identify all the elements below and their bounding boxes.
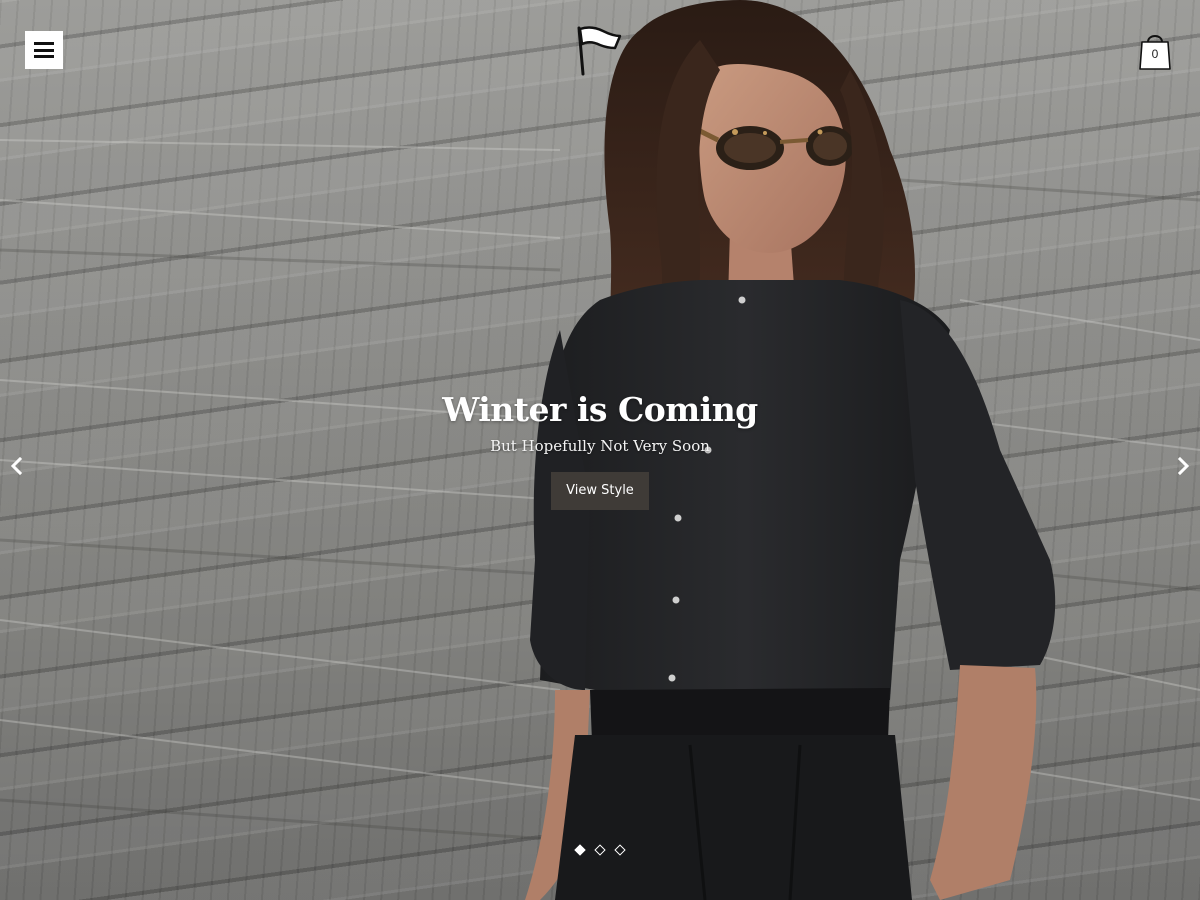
slide-caption: Winter is Coming But Hopefully Not Very … <box>0 385 1200 510</box>
menu-button[interactable] <box>25 31 63 69</box>
slide-title: Winter is Coming <box>442 390 758 429</box>
slide-dot-1[interactable] <box>574 844 586 856</box>
hero-slider: 0 Winter is Coming But Hopefully Not Ver… <box>0 0 1200 900</box>
cart-button[interactable]: 0 <box>1137 28 1173 72</box>
slide-subtitle: But Hopefully Not Very Soon <box>490 437 710 455</box>
slide-dot-2[interactable] <box>594 844 606 856</box>
view-style-button[interactable]: View Style <box>551 472 649 510</box>
flag-logo-icon[interactable] <box>575 24 623 76</box>
slide-dot-3[interactable] <box>614 844 626 856</box>
cart-count: 0 <box>1151 47 1159 61</box>
slider-pagination <box>0 844 1200 856</box>
